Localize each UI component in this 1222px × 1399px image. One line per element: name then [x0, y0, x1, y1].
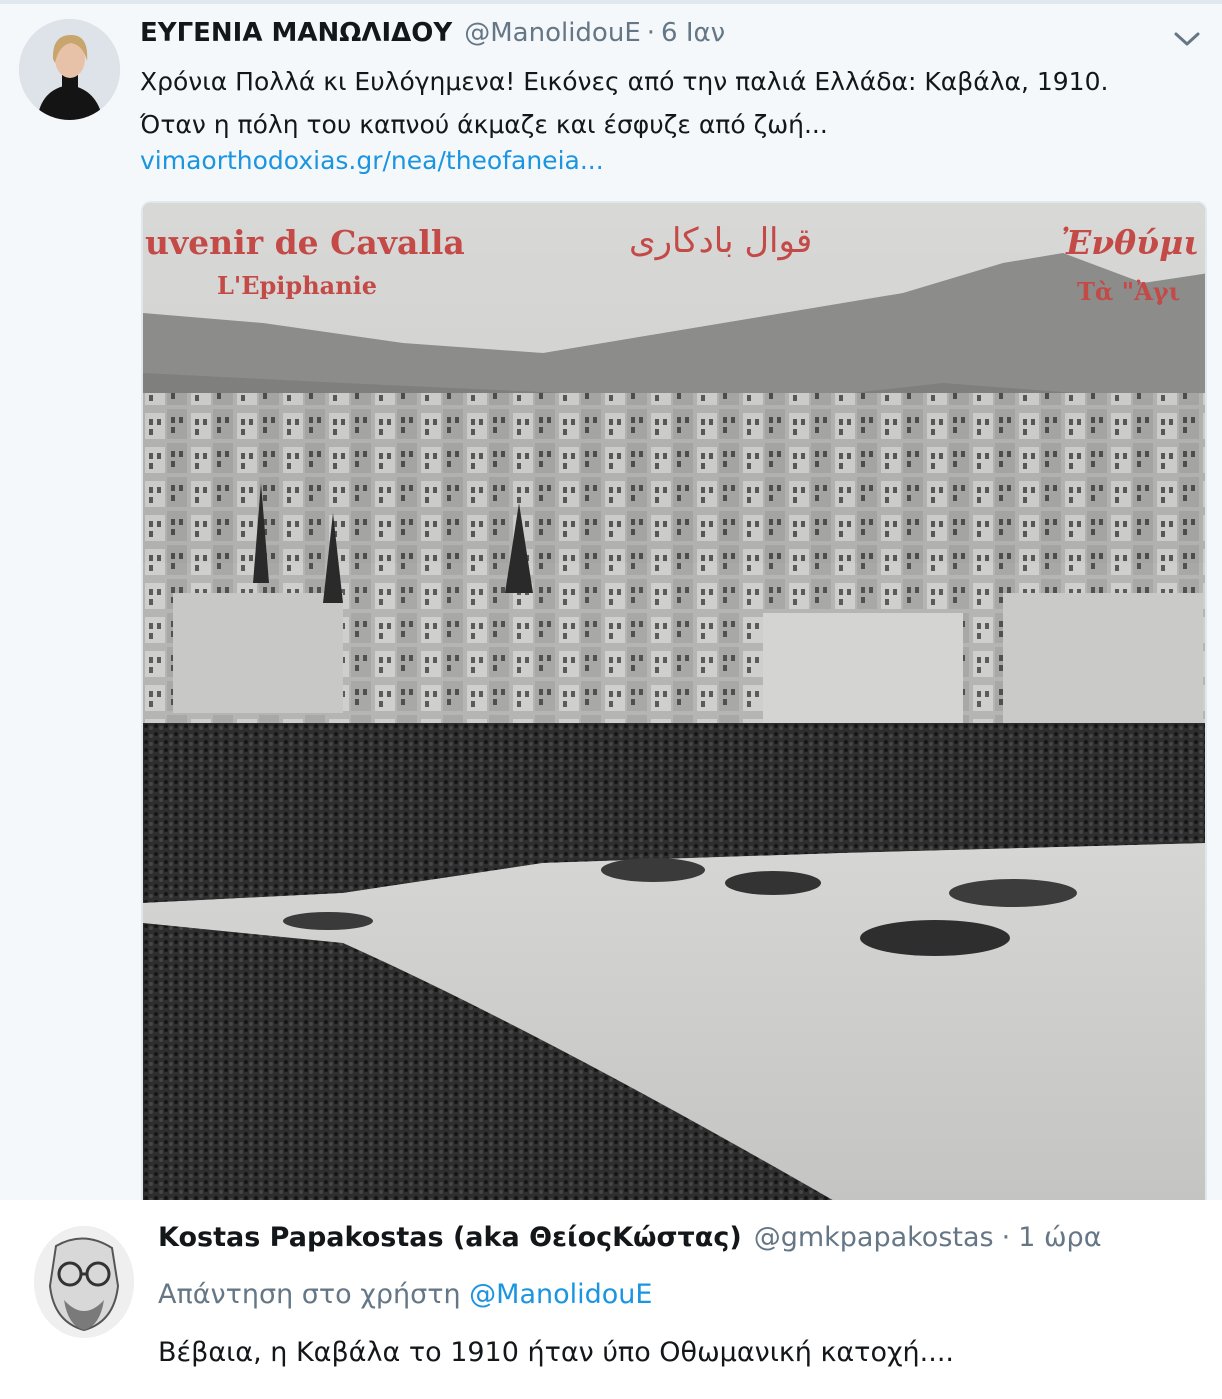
- reply-header: Kostas Papakostas (aka ΘείοςΚώστας) @gmk…: [158, 1222, 1102, 1262]
- reply-timestamp[interactable]: 1 ώρα: [1018, 1222, 1101, 1253]
- postcard-title: uvenir de Cavalla: [145, 223, 465, 262]
- tweet-main: ΕΥΓΕΝΙΑ ΜΑΝΩΛΙΔΟΥ @ManolidouE · 6 Ιαν Χρ…: [0, 0, 1222, 1204]
- avatar-sketch-icon: [34, 1226, 134, 1338]
- tweet-text-line-1: Χρόνια Πολλά κι Ευλόγημενα! Εικόνες από …: [140, 67, 1109, 96]
- tweet-header: ΕΥΓΕΝΙΑ ΜΑΝΩΛΙΔΟΥ @ManolidouE · 6 Ιαν: [140, 18, 725, 54]
- tweet-text-line-2: Όταν η πόλη του καπνού άκμαζε και έσφυζε…: [140, 110, 828, 139]
- reply-text: Βέβαια, η Καβάλα το 1910 ήταν ύπο Οθωμαν…: [158, 1337, 954, 1368]
- postcard-image: [143, 203, 1205, 1204]
- author-handle[interactable]: @ManolidouE: [464, 18, 641, 48]
- tweet-text: Χρόνια Πολλά κι Ευλόγημενα! Εικόνες από …: [140, 60, 1200, 146]
- avatar-portrait-icon: [19, 19, 120, 120]
- reply-header-separator: ·: [1001, 1222, 1011, 1253]
- tweet-photo[interactable]: uvenir de Cavalla L'Epiphanie قوال بادكا…: [141, 201, 1207, 1204]
- postcard-greek-subcaption: Τὰ "Ἀγι: [1077, 277, 1181, 306]
- author-name[interactable]: ΕΥΓΕΝΙΑ ΜΑΝΩΛΙΔΟΥ: [140, 18, 452, 48]
- reply-context-prefix: Απάντηση στο χρήστη: [158, 1279, 461, 1310]
- author-avatar[interactable]: [19, 19, 120, 120]
- chevron-down-icon[interactable]: [1170, 26, 1204, 50]
- reply-author-avatar[interactable]: [34, 1226, 134, 1338]
- reply-author-handle[interactable]: @gmkpapakostas: [754, 1222, 994, 1253]
- header-separator: ·: [646, 18, 656, 48]
- tweet-link[interactable]: vimaorthodoxias.gr/nea/theofaneia...: [140, 145, 604, 177]
- tweet-timestamp[interactable]: 6 Ιαν: [661, 18, 725, 48]
- postcard-arabic-caption: قوال بادكارى: [629, 221, 813, 261]
- postcard-greek-caption: Ἐνθύμι: [1061, 223, 1200, 262]
- reply-author-name[interactable]: Kostas Papakostas (aka ΘείοςΚώστας): [158, 1222, 742, 1253]
- reply-mention-link[interactable]: @ManolidouE: [469, 1279, 652, 1310]
- reply-context: Απάντηση στο χρήστη @ManolidouE: [158, 1279, 652, 1310]
- postcard-subtitle: L'Epiphanie: [217, 271, 378, 300]
- reply-tweet: Kostas Papakostas (aka ΘείοςΚώστας) @gmk…: [0, 1200, 1222, 1399]
